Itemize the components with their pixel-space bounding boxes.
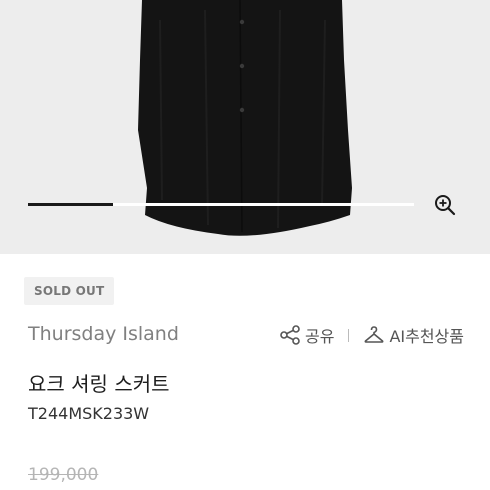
- share-icon: [280, 325, 300, 345]
- sold-out-badge: SOLD OUT: [24, 277, 115, 305]
- brand-name[interactable]: Thursday Island: [28, 323, 179, 345]
- share-label: 공유: [305, 327, 335, 346]
- zoom-in-icon: [435, 195, 456, 216]
- original-price: 199,000: [28, 465, 99, 485]
- ai-recommend-button[interactable]: AI추천상품: [363, 323, 464, 347]
- product-title: 요크 셔링 스커트: [28, 372, 170, 396]
- ai-recommend-label: AI추천상품: [389, 327, 464, 346]
- hanger-icon: [364, 326, 384, 343]
- product-actions: 공유 AI추천상품: [279, 323, 464, 347]
- image-progress-track: [28, 203, 414, 206]
- action-divider: [348, 328, 350, 342]
- image-progress-fill: [28, 203, 113, 206]
- zoom-in-button[interactable]: [430, 190, 460, 220]
- product-code: T244MSK233W: [28, 404, 150, 423]
- product-image: [138, 0, 352, 236]
- share-button[interactable]: 공유: [279, 323, 334, 347]
- product-image-gallery[interactable]: [0, 0, 490, 254]
